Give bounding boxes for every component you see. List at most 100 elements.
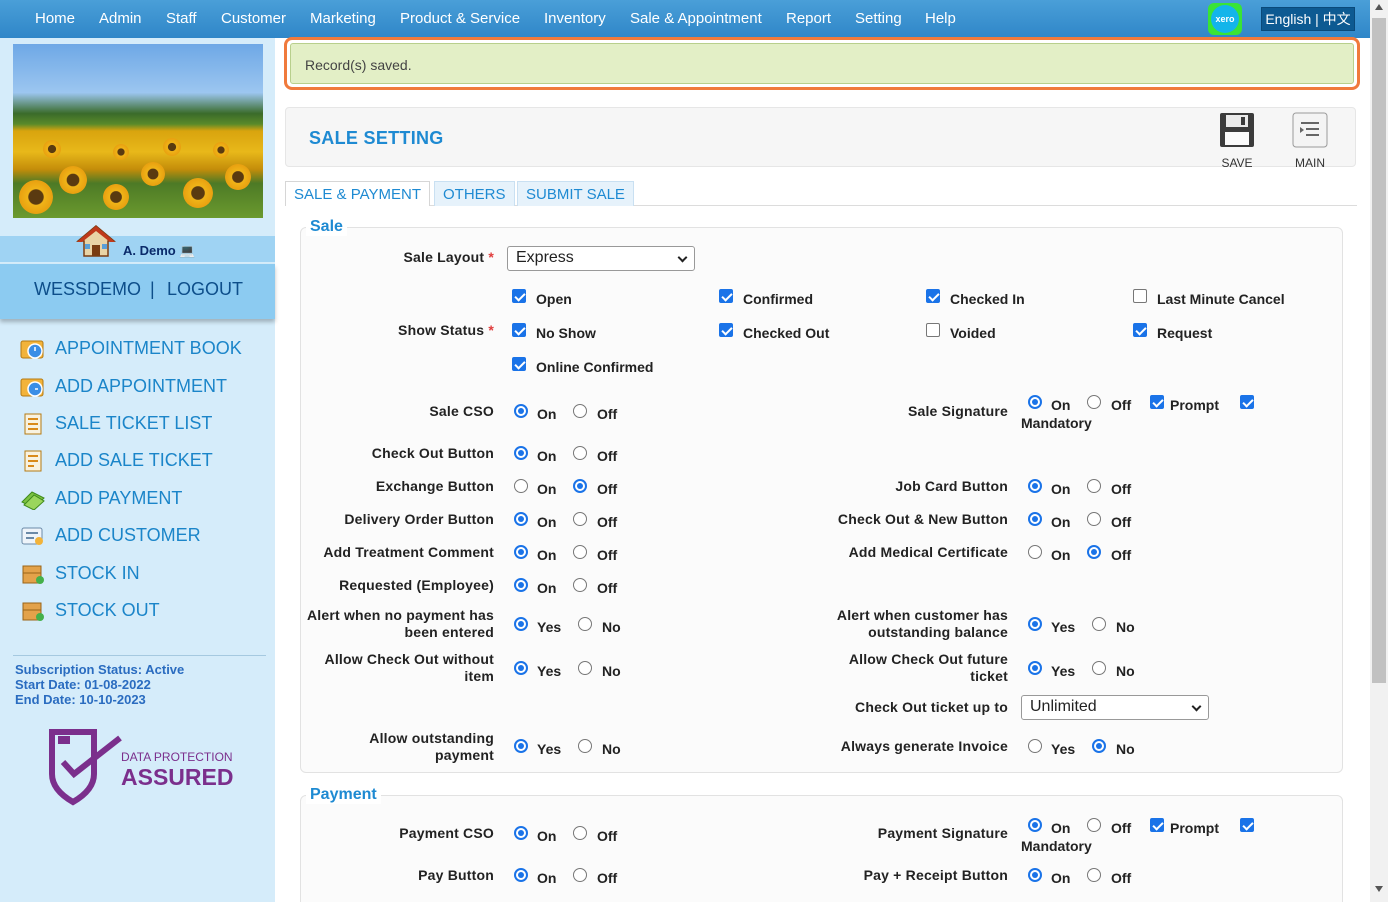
payment-cso-on-radio[interactable] bbox=[514, 826, 528, 840]
nav-home[interactable]: Home bbox=[35, 10, 75, 27]
exchange-button-off-radio[interactable] bbox=[573, 479, 587, 493]
add-medical-certificate-on-radio[interactable] bbox=[1028, 545, 1042, 559]
scrollbar[interactable] bbox=[1370, 0, 1388, 902]
pay-button-off-radio[interactable] bbox=[573, 868, 587, 882]
payment-signature-off-radio[interactable] bbox=[1087, 818, 1101, 832]
allow-check-out-without-item-yes-radio[interactable] bbox=[514, 661, 528, 675]
status-open-checkbox[interactable] bbox=[512, 289, 526, 303]
alert-no-payment-label: Alert when no payment has been entered bbox=[306, 607, 494, 640]
check-out-new-button-on-radio[interactable] bbox=[1028, 512, 1042, 526]
status-last-minute-cancel-checkbox[interactable] bbox=[1133, 289, 1147, 303]
language-switch[interactable]: English | 中文 bbox=[1261, 7, 1355, 31]
menu-label: ADD PAYMENT bbox=[55, 488, 183, 508]
menu-stock-out[interactable]: STOCK OUT bbox=[20, 598, 270, 626]
sale-layout-select[interactable]: Express bbox=[507, 246, 695, 271]
sale-cso-off-radio[interactable] bbox=[573, 404, 587, 418]
alert-no-payment-yes-radio[interactable] bbox=[514, 617, 528, 631]
nav-report[interactable]: Report bbox=[786, 10, 831, 27]
menu-add-sale-ticket[interactable]: ADD SALE TICKET bbox=[20, 448, 270, 476]
add-treatment-comment-on-radio[interactable] bbox=[514, 545, 528, 559]
payment-signature-mandatory-checkbox[interactable] bbox=[1240, 818, 1254, 832]
account-name[interactable]: WESSDEMO bbox=[34, 279, 141, 300]
delivery-order-button-off-radio[interactable] bbox=[573, 512, 587, 526]
alert-no-payment-no-radio[interactable] bbox=[578, 617, 592, 631]
payment-signature-prompt-checkbox[interactable] bbox=[1150, 818, 1164, 832]
requested-employee-off-radio[interactable] bbox=[573, 578, 587, 592]
nav-setting[interactable]: Setting bbox=[855, 10, 902, 27]
payment-signature-on-radio[interactable] bbox=[1028, 818, 1042, 832]
job-card-button-off-radio[interactable] bbox=[1087, 479, 1101, 493]
nav-sale-appointment[interactable]: Sale & Appointment bbox=[630, 10, 762, 27]
pay-receipt-button-on-radio[interactable] bbox=[1028, 868, 1042, 882]
alert-outstanding-balance-no-radio[interactable] bbox=[1092, 617, 1106, 631]
check-out-button-on-radio[interactable] bbox=[514, 446, 528, 460]
scrollbar-thumb[interactable] bbox=[1372, 18, 1386, 683]
job-card-button-label: Job Card Button bbox=[895, 478, 1008, 494]
nav-inventory[interactable]: Inventory bbox=[544, 10, 606, 27]
status-checked-in-checkbox[interactable] bbox=[926, 289, 940, 303]
allow-outstanding-payment-no-radio[interactable] bbox=[578, 739, 592, 753]
nav-staff[interactable]: Staff bbox=[166, 10, 197, 27]
save-button[interactable]: SAVE bbox=[1217, 112, 1257, 170]
logout-link[interactable]: LOGOUT bbox=[167, 279, 243, 300]
add-treatment-comment-off-radio[interactable] bbox=[573, 545, 587, 559]
status-confirmed-checkbox[interactable] bbox=[719, 289, 733, 303]
pay-button-on-radio[interactable] bbox=[514, 868, 528, 882]
xero-button[interactable]: xero bbox=[1208, 3, 1242, 35]
option-label: On bbox=[1051, 820, 1071, 836]
allow-check-out-future-ticket-no-radio[interactable] bbox=[1092, 661, 1106, 675]
sunflower-field-image bbox=[13, 44, 263, 218]
nav-help[interactable]: Help bbox=[925, 10, 956, 27]
nav-admin[interactable]: Admin bbox=[99, 10, 142, 27]
sale-signature-prompt-checkbox[interactable] bbox=[1150, 395, 1164, 409]
tab-sale-payment[interactable]: SALE & PAYMENT bbox=[285, 181, 430, 206]
option-label: Yes bbox=[1051, 663, 1076, 679]
option-label: Yes bbox=[537, 663, 562, 679]
sale-cso-on-radio[interactable] bbox=[514, 404, 528, 418]
tab-submit-sale[interactable]: SUBMIT SALE bbox=[517, 181, 634, 206]
page-title: SALE SETTING bbox=[309, 128, 444, 148]
requested-employee-on-radio[interactable] bbox=[514, 578, 528, 592]
option-label: No bbox=[602, 619, 621, 635]
laptop-icon: 💻 bbox=[175, 243, 196, 258]
sale-signature-mandatory-checkbox[interactable] bbox=[1240, 395, 1254, 409]
scroll-down-icon[interactable] bbox=[1375, 886, 1383, 892]
always-generate-invoice-yes-radio[interactable] bbox=[1028, 739, 1042, 753]
status-voided-checkbox[interactable] bbox=[926, 323, 940, 337]
nav-marketing[interactable]: Marketing bbox=[310, 10, 376, 27]
menu-stock-in[interactable]: STOCK IN bbox=[20, 561, 270, 589]
pay-receipt-button-off-radio[interactable] bbox=[1087, 868, 1101, 882]
alert-outstanding-balance-yes-radio[interactable] bbox=[1028, 617, 1042, 631]
menu-sale-ticket-list[interactable]: SALE TICKET LIST bbox=[20, 411, 270, 439]
delivery-order-button-on-radio[interactable] bbox=[514, 512, 528, 526]
tab-others[interactable]: OTHERS bbox=[434, 181, 515, 206]
status-checked-out-checkbox[interactable] bbox=[719, 323, 733, 337]
nav-customer[interactable]: Customer bbox=[221, 10, 286, 27]
menu-add-customer[interactable]: ADD CUSTOMER bbox=[20, 523, 270, 551]
sale-signature-on-radio[interactable] bbox=[1028, 395, 1042, 409]
allow-outstanding-payment-yes-radio[interactable] bbox=[514, 739, 528, 753]
allow-check-out-future-ticket-yes-radio[interactable] bbox=[1028, 661, 1042, 675]
option-label: Off bbox=[1111, 870, 1132, 886]
sale-signature-off-radio[interactable] bbox=[1087, 395, 1101, 409]
add-medical-certificate-off-radio[interactable] bbox=[1087, 545, 1101, 559]
scroll-up-icon[interactable] bbox=[1375, 4, 1383, 10]
menu-add-appointment[interactable]: ADD APPOINTMENT bbox=[20, 374, 270, 402]
always-generate-invoice-no-radio[interactable] bbox=[1092, 739, 1106, 753]
payment-cso-off-radio[interactable] bbox=[573, 826, 587, 840]
nav-product-service[interactable]: Product & Service bbox=[400, 10, 520, 27]
check-out-new-button-off-radio[interactable] bbox=[1087, 512, 1101, 526]
status-request-checkbox[interactable] bbox=[1133, 323, 1147, 337]
exchange-button-on-radio[interactable] bbox=[514, 479, 528, 493]
check-out-ticket-up-to-select[interactable]: Unlimited bbox=[1021, 695, 1209, 720]
main-button[interactable]: MAIN bbox=[1290, 112, 1330, 170]
payment-legend: Payment bbox=[306, 786, 381, 804]
status-no-show-checkbox[interactable] bbox=[512, 323, 526, 337]
status-online-confirmed-checkbox[interactable] bbox=[512, 357, 526, 371]
allow-check-out-without-item-no-radio[interactable] bbox=[578, 661, 592, 675]
menu-add-payment[interactable]: ADD PAYMENT bbox=[20, 486, 270, 514]
home-icon[interactable] bbox=[76, 224, 116, 258]
job-card-button-on-radio[interactable] bbox=[1028, 479, 1042, 493]
menu-appointment-book[interactable]: APPOINTMENT BOOK bbox=[20, 336, 270, 364]
check-out-button-off-radio[interactable] bbox=[573, 446, 587, 460]
